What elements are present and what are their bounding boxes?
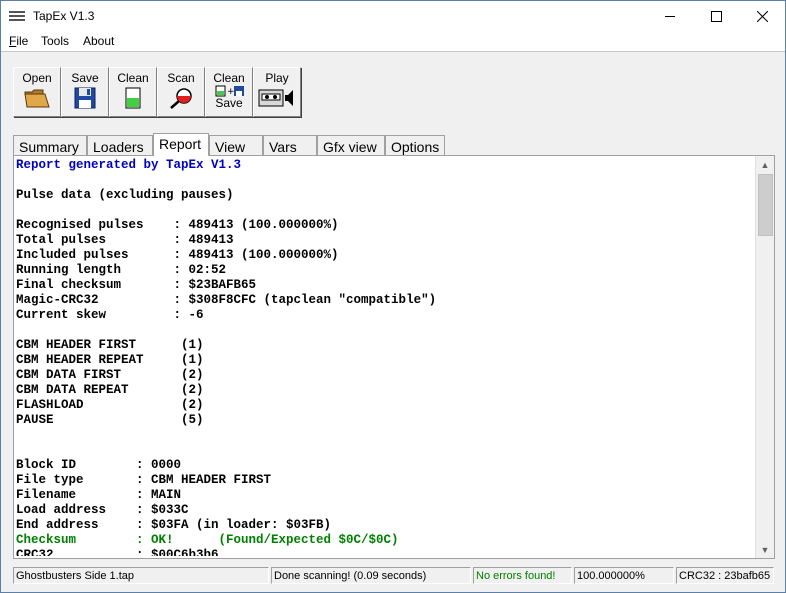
status-percent: 100.000000% xyxy=(574,567,674,584)
report-line: End address : $03FA (in loader: $03FB) xyxy=(16,518,332,532)
tab-summary[interactable]: Summary xyxy=(13,135,87,155)
report-line: File type : CBM HEADER FIRST xyxy=(16,473,272,487)
open-label: Open xyxy=(22,71,52,85)
tab-report[interactable]: Report xyxy=(153,133,209,156)
clean-save-button[interactable]: Clean + Save xyxy=(205,67,253,117)
tab-view[interactable]: View xyxy=(209,135,263,155)
app-window: TapEx V1.3 File Tools About Open Save Cl… xyxy=(0,0,786,593)
maximize-button[interactable] xyxy=(693,1,739,31)
vertical-scrollbar[interactable]: ▲ ▼ xyxy=(755,156,774,558)
report-text[interactable]: Report generated by TapEx V1.3 Pulse data… xyxy=(16,158,754,556)
save-button[interactable]: Save xyxy=(61,67,109,117)
play-button[interactable]: Play xyxy=(253,67,301,117)
scan-button[interactable]: Scan xyxy=(157,67,205,117)
status-filename: Ghostbusters Side 1.tap xyxy=(13,567,269,584)
minimize-button[interactable] xyxy=(647,1,693,31)
report-line: Report generated by TapEx V1.3 xyxy=(16,158,242,172)
report-line xyxy=(16,323,754,338)
close-button[interactable] xyxy=(739,1,785,31)
clean-save-label-top: Clean xyxy=(213,71,245,85)
menu-separator xyxy=(1,51,785,52)
report-line: Included pulses : 489413 (100.000000%) xyxy=(16,248,339,262)
scan-label: Scan xyxy=(167,71,195,85)
magnifier-icon xyxy=(170,88,192,109)
report-line: Load address : $033C xyxy=(16,503,189,517)
status-crc: CRC32 : 23bafb65 xyxy=(676,567,774,584)
report-line: Total pulses : 489413 xyxy=(16,233,234,247)
folder-icon xyxy=(24,89,50,108)
report-line: CRC32 : $00C6b3b6 xyxy=(16,548,219,556)
tab-gfx-view[interactable]: Gfx view xyxy=(317,135,385,155)
report-line: CBM DATA REPEAT (2) xyxy=(16,383,204,397)
floppy-disk-icon xyxy=(74,87,96,109)
report-line xyxy=(16,428,754,443)
report-panel: Report generated by TapEx V1.3 Pulse data… xyxy=(13,155,775,559)
report-line xyxy=(16,173,754,188)
report-line: CBM DATA FIRST (2) xyxy=(16,368,204,382)
report-line: Final checksum : $23BAFB65 xyxy=(16,278,257,292)
tab-loaders[interactable]: Loaders xyxy=(87,135,153,155)
clean-label: Clean xyxy=(117,71,149,85)
status-errors: No errors found! xyxy=(473,567,572,584)
report-line xyxy=(16,203,754,218)
report-line: Filename : MAIN xyxy=(16,488,182,502)
window-title: TapEx V1.3 xyxy=(33,9,95,23)
tab-options[interactable]: Options xyxy=(385,135,445,155)
report-line: Running length : 02:52 xyxy=(16,263,227,277)
report-line: PAUSE (5) xyxy=(16,413,204,427)
report-line: Magic-CRC32 : $308F8CFC (tapclean "compa… xyxy=(16,293,437,307)
clean-save-label-bottom: Save xyxy=(215,96,243,110)
scroll-down-icon[interactable]: ▼ xyxy=(756,541,774,558)
status-message: Done scanning! (0.09 seconds) xyxy=(271,567,471,584)
menu-about[interactable]: About xyxy=(83,34,114,48)
report-line xyxy=(16,443,754,458)
cassette-speaker-icon xyxy=(258,89,293,107)
report-line: CBM HEADER REPEAT (1) xyxy=(16,353,204,367)
report-line: Checksum : OK! (Found/Expected $0C/$0C) xyxy=(16,533,399,547)
report-line: Block ID : 0000 xyxy=(16,458,182,472)
app-icon xyxy=(9,9,25,23)
report-line: Pulse data (excluding pauses) xyxy=(16,188,234,202)
menu-bar: File Tools About xyxy=(1,31,785,51)
save-label: Save xyxy=(71,71,99,85)
close-icon xyxy=(756,10,768,22)
play-label: Play xyxy=(265,71,289,85)
tab-vars[interactable]: Vars xyxy=(263,135,317,155)
maximize-icon xyxy=(710,10,722,22)
beaker-icon xyxy=(125,87,141,109)
report-line: Recognised pulses : 489413 (100.000000%) xyxy=(16,218,339,232)
report-line: Current skew : -6 xyxy=(16,308,204,322)
minimize-icon xyxy=(665,15,675,17)
scroll-up-icon[interactable]: ▲ xyxy=(756,156,774,173)
scroll-thumb[interactable] xyxy=(758,174,773,236)
report-line: FLASHLOAD (2) xyxy=(16,398,204,412)
menu-file[interactable]: File xyxy=(9,34,28,48)
title-bar: TapEx V1.3 xyxy=(1,1,785,31)
open-button[interactable]: Open xyxy=(13,67,61,117)
report-line: CBM HEADER FIRST (1) xyxy=(16,338,204,352)
clean-button[interactable]: Clean xyxy=(109,67,157,117)
menu-tools[interactable]: Tools xyxy=(41,34,69,48)
